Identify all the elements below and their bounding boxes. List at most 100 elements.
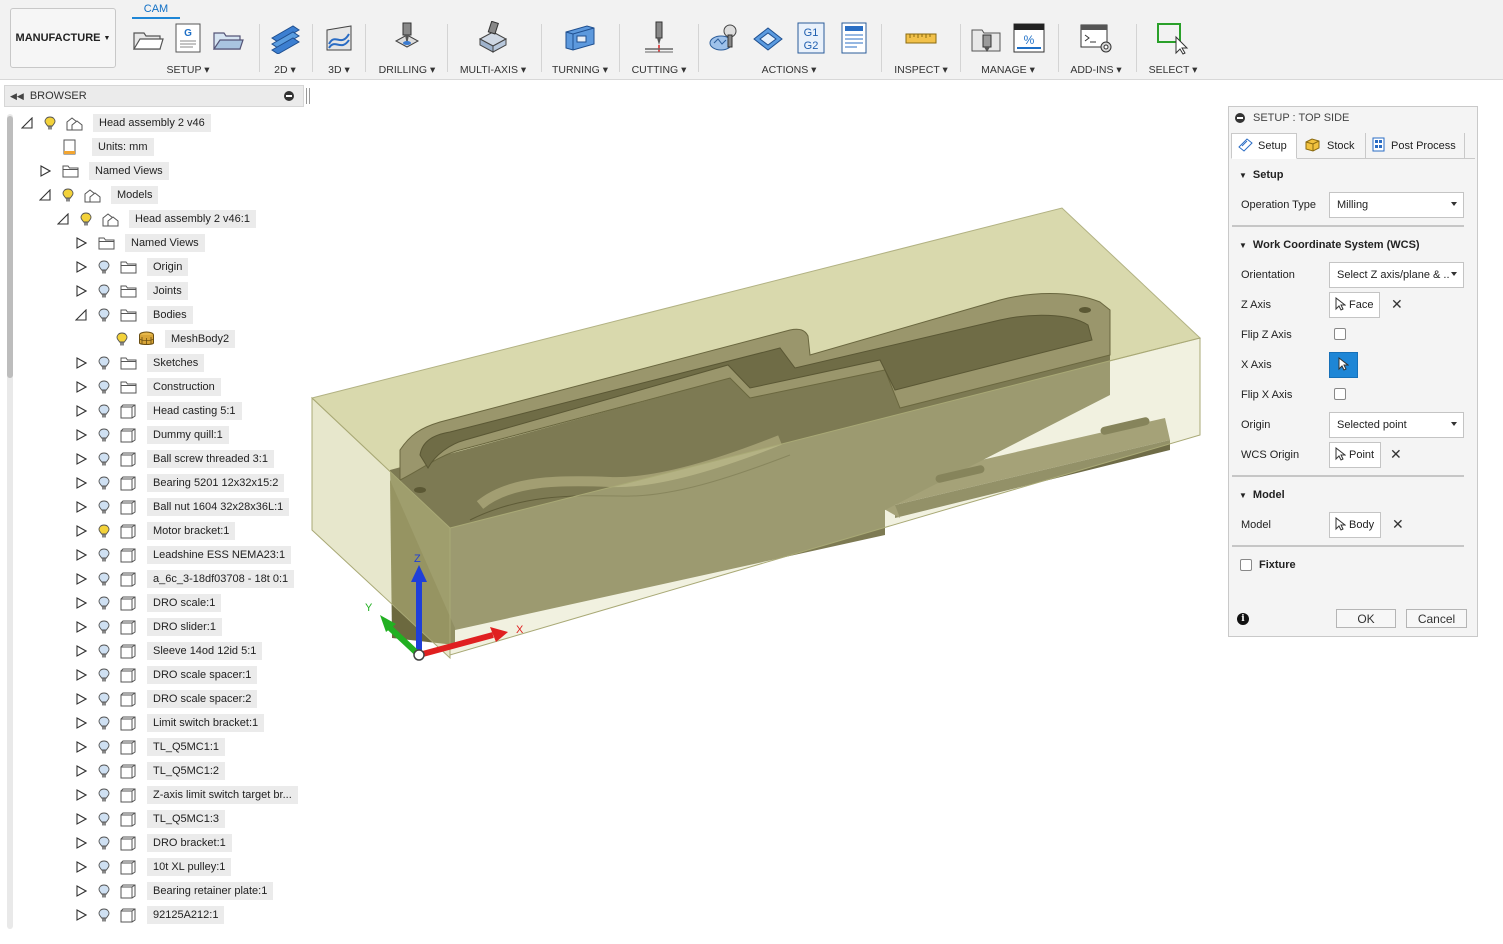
setup-folder-icon[interactable] bbox=[131, 21, 165, 55]
tree-item-bodies[interactable]: Bodies bbox=[74, 305, 193, 325]
tab-setup[interactable]: Setup bbox=[1231, 133, 1297, 159]
collapsed-triangle-icon[interactable] bbox=[74, 764, 88, 778]
visibility-bulb-icon[interactable] bbox=[97, 307, 111, 323]
tree-item-named-views[interactable]: Named Views bbox=[38, 161, 169, 181]
tree-item-limit-switch-bracket[interactable]: Limit switch bracket:1 bbox=[74, 713, 265, 733]
inspect-group[interactable]: INSPECT ▾ bbox=[890, 18, 952, 78]
visibility-bulb-icon[interactable] bbox=[97, 619, 111, 635]
visibility-bulb-icon[interactable] bbox=[97, 283, 111, 299]
tree-item-92125a212[interactable]: 92125A212:1 bbox=[74, 905, 225, 925]
setup-group[interactable]: G SETUP ▾ bbox=[126, 18, 250, 78]
collapsed-triangle-icon[interactable] bbox=[74, 428, 88, 442]
clear-model-icon[interactable]: ✕ bbox=[1392, 516, 1404, 533]
visibility-bulb-icon[interactable] bbox=[97, 379, 111, 395]
visibility-bulb-icon[interactable] bbox=[97, 403, 111, 419]
flip-x-checkbox[interactable] bbox=[1334, 388, 1346, 400]
visibility-bulb-icon[interactable] bbox=[97, 523, 111, 539]
orientation-dropdown[interactable]: Select Z axis/plane & ... bbox=[1329, 262, 1464, 288]
collapsed-triangle-icon[interactable] bbox=[74, 452, 88, 466]
visibility-bulb-icon[interactable] bbox=[61, 187, 75, 203]
browser-pin-icon[interactable] bbox=[284, 91, 294, 101]
tree-item-occurrence-named-views[interactable]: Named Views bbox=[74, 233, 205, 253]
visibility-bulb-icon[interactable] bbox=[97, 667, 111, 683]
tree-item-pulley-18t[interactable]: a_6c_3-18df03708 - 18t 0:1 bbox=[74, 569, 295, 589]
visibility-bulb-icon[interactable] bbox=[97, 883, 111, 899]
visibility-bulb-icon[interactable] bbox=[97, 571, 111, 587]
info-icon[interactable]: i bbox=[1237, 613, 1249, 625]
collapsed-triangle-icon[interactable] bbox=[74, 524, 88, 538]
clear-wcs-origin-icon[interactable]: ✕ bbox=[1390, 446, 1402, 463]
visibility-bulb-icon[interactable] bbox=[97, 427, 111, 443]
tree-item-origin[interactable]: Origin bbox=[74, 257, 189, 277]
visibility-bulb-icon[interactable] bbox=[97, 835, 111, 851]
visibility-bulb-icon[interactable] bbox=[79, 211, 93, 227]
drilling-group[interactable]: DRILLING ▾ bbox=[372, 18, 442, 78]
tree-item-dummy-quill[interactable]: Dummy quill:1 bbox=[74, 425, 229, 445]
actions-group[interactable]: G1 G2 ACTIONS ▾ bbox=[706, 18, 872, 78]
tree-item-sleeve[interactable]: Sleeve 14od 12id 5:1 bbox=[74, 641, 263, 661]
collapsed-triangle-icon[interactable] bbox=[74, 356, 88, 370]
tree-item-leadshine-motor[interactable]: Leadshine ESS NEMA23:1 bbox=[74, 545, 292, 565]
post-process-icon[interactable] bbox=[751, 21, 785, 55]
visibility-bulb-icon[interactable] bbox=[97, 475, 111, 491]
setup-sheet-icon[interactable] bbox=[837, 21, 871, 55]
3d-viewport[interactable]: Z X Y bbox=[310, 150, 1220, 690]
collapsed-triangle-icon[interactable] bbox=[74, 860, 88, 874]
tree-item-sketches[interactable]: Sketches bbox=[74, 353, 205, 373]
collapsed-triangle-icon[interactable] bbox=[74, 404, 88, 418]
visibility-bulb-icon[interactable] bbox=[97, 451, 111, 467]
clear-z-axis-icon[interactable]: ✕ bbox=[1391, 296, 1403, 313]
collapsed-triangle-icon[interactable] bbox=[74, 548, 88, 562]
expanded-triangle-icon[interactable] bbox=[38, 188, 52, 202]
tool-library-icon[interactable] bbox=[970, 21, 1004, 55]
select-cursor-icon[interactable] bbox=[1156, 21, 1190, 55]
collapsed-triangle-icon[interactable] bbox=[38, 164, 52, 178]
tab-stock[interactable]: Stock bbox=[1303, 133, 1365, 159]
collapsed-triangle-icon[interactable] bbox=[74, 716, 88, 730]
operation-type-dropdown[interactable]: Milling bbox=[1329, 192, 1464, 218]
select-group[interactable]: SELECT ▾ bbox=[1144, 18, 1202, 78]
x-axis-selector[interactable] bbox=[1329, 352, 1358, 378]
collapsed-triangle-icon[interactable] bbox=[74, 260, 88, 274]
tree-item-meshbody2[interactable]: MeshBody2 bbox=[115, 329, 236, 349]
collapsed-triangle-icon[interactable] bbox=[74, 380, 88, 394]
simulate-icon[interactable] bbox=[708, 21, 742, 55]
scripts-icon[interactable] bbox=[1079, 21, 1113, 55]
nc-program-icon[interactable]: G1 G2 bbox=[794, 21, 828, 55]
browser-resize-handle[interactable] bbox=[306, 88, 310, 104]
3d-toolpath-icon[interactable] bbox=[322, 21, 356, 55]
collapsed-triangle-icon[interactable] bbox=[74, 908, 88, 922]
model-canvas[interactable]: Z X Y bbox=[310, 150, 1220, 690]
visibility-bulb-icon[interactable] bbox=[97, 259, 111, 275]
post-library-icon[interactable]: % bbox=[1012, 21, 1046, 55]
visibility-bulb-icon[interactable] bbox=[97, 715, 111, 731]
visibility-bulb-icon[interactable] bbox=[97, 907, 111, 923]
collapsed-triangle-icon[interactable] bbox=[74, 884, 88, 898]
tree-item-head-assembly-occurrence[interactable]: Head assembly 2 v46:1 bbox=[56, 209, 256, 229]
tree-item-xl-pulley-10t[interactable]: 10t XL pulley:1 bbox=[74, 857, 232, 877]
collapsed-triangle-icon[interactable] bbox=[74, 572, 88, 586]
collapsed-triangle-icon[interactable] bbox=[74, 596, 88, 610]
tree-item-z-axis-limit-target[interactable]: Z-axis limit switch target br... bbox=[74, 785, 298, 805]
open-folder-icon[interactable] bbox=[211, 21, 245, 55]
expanded-triangle-icon[interactable] bbox=[56, 212, 70, 226]
manage-group[interactable]: % MANAGE ▾ bbox=[966, 18, 1050, 78]
collapsed-triangle-icon[interactable] bbox=[74, 500, 88, 514]
tree-item-tl-q5mc1-1[interactable]: TL_Q5MC1:1 bbox=[74, 737, 226, 757]
collapsed-triangle-icon[interactable] bbox=[74, 644, 88, 658]
collapsed-triangle-icon[interactable] bbox=[74, 476, 88, 490]
collapsed-triangle-icon[interactable] bbox=[74, 812, 88, 826]
tree-item-bearing-5201[interactable]: Bearing 5201 12x32x15:2 bbox=[74, 473, 285, 493]
tree-item-head-casting[interactable]: Head casting 5:1 bbox=[74, 401, 242, 421]
tree-item-bearing-retainer-plate[interactable]: Bearing retainer plate:1 bbox=[74, 881, 274, 901]
tree-item-ball-screw[interactable]: Ball screw threaded 3:1 bbox=[74, 449, 274, 469]
tab-cam[interactable]: CAM bbox=[132, 1, 180, 19]
collapsed-triangle-icon[interactable] bbox=[74, 692, 88, 706]
visibility-bulb-icon[interactable] bbox=[97, 499, 111, 515]
2d-toolpath-icon[interactable] bbox=[268, 21, 302, 55]
visibility-bulb-icon[interactable] bbox=[97, 547, 111, 563]
fixture-checkbox[interactable] bbox=[1240, 559, 1252, 571]
tree-item-joints[interactable]: Joints bbox=[74, 281, 188, 301]
cutting-icon[interactable] bbox=[642, 21, 676, 55]
add-ins-group[interactable]: ADD-INS ▾ bbox=[1066, 18, 1126, 78]
